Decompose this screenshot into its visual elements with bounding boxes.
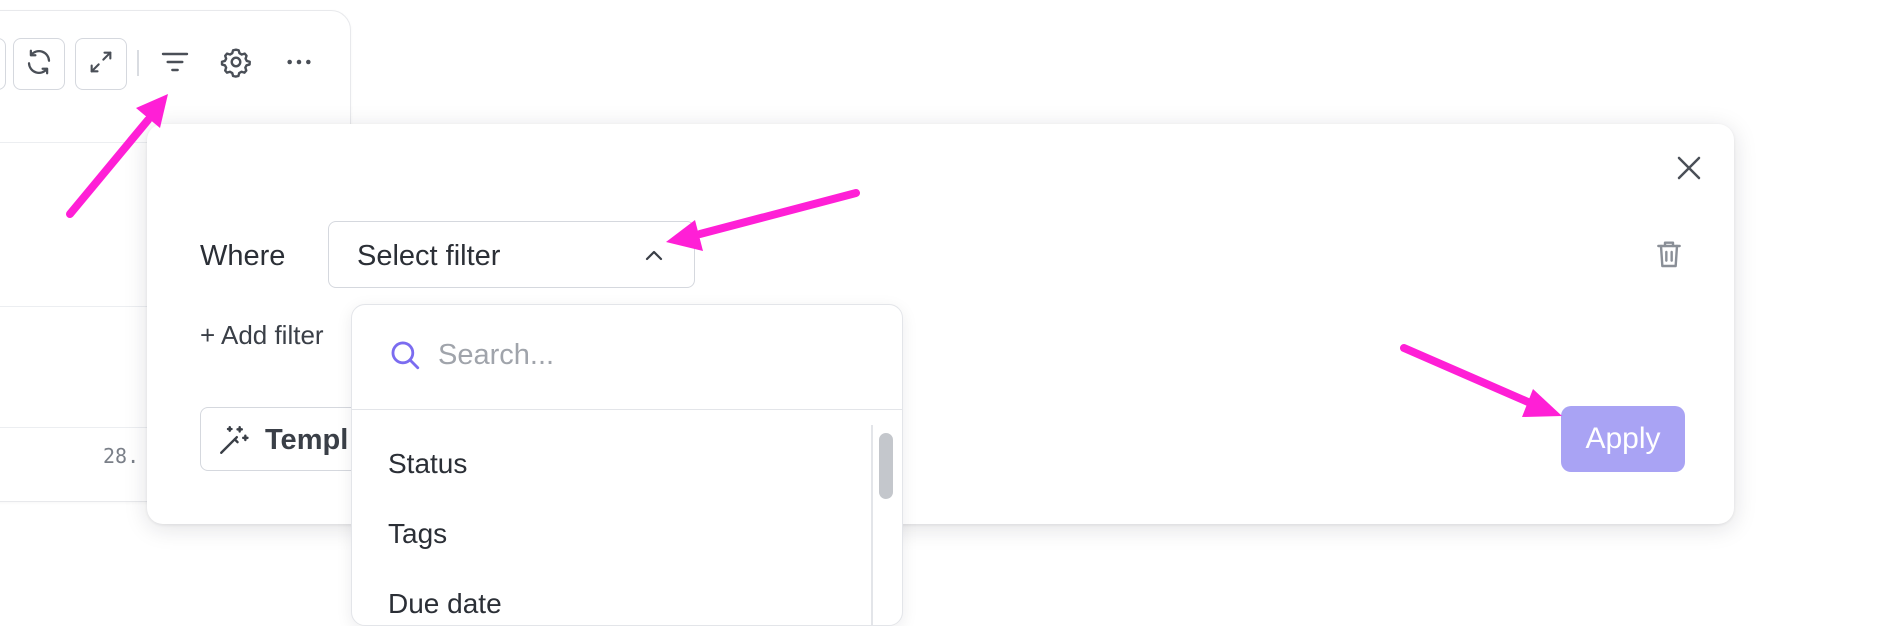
- add-filter-button[interactable]: + Add filter: [200, 320, 324, 351]
- background-divider: [0, 142, 150, 143]
- search-icon: [388, 338, 422, 377]
- table-cell-value: 28.: [103, 444, 140, 468]
- refresh-icon: [24, 47, 54, 82]
- filter-icon: [159, 46, 191, 83]
- gear-icon: [220, 46, 252, 83]
- close-icon: [1674, 153, 1704, 188]
- more-icon: [283, 46, 315, 83]
- dropdown-item-due-date[interactable]: Due date: [388, 588, 502, 620]
- filter-button[interactable]: [155, 44, 195, 84]
- dropdown-item-tags[interactable]: Tags: [388, 518, 447, 550]
- expand-button[interactable]: [75, 38, 127, 90]
- dropdown-item-status[interactable]: Status: [388, 448, 467, 480]
- filter-select-value: Select filter: [357, 240, 501, 272]
- toolbar-partial-button[interactable]: [0, 38, 6, 90]
- templates-button[interactable]: Templ: [200, 407, 360, 471]
- dropdown-scrollbar-track: [871, 425, 873, 625]
- close-button[interactable]: [1669, 150, 1709, 190]
- refresh-button[interactable]: [13, 38, 65, 90]
- chevron-up-icon: [642, 244, 666, 273]
- background-divider: [0, 427, 150, 428]
- more-button[interactable]: [279, 44, 319, 84]
- toolbar-separator: [137, 50, 139, 76]
- templates-label: Templ: [265, 424, 349, 456]
- delete-filter-button[interactable]: [1652, 238, 1686, 274]
- apply-button[interactable]: Apply: [1561, 406, 1685, 472]
- magic-wand-icon: [217, 423, 251, 462]
- filter-dropdown: Status Tags Due date: [351, 304, 903, 626]
- where-label: Where: [200, 240, 286, 272]
- dropdown-search-input[interactable]: [438, 335, 858, 375]
- dropdown-search: [352, 305, 902, 410]
- expand-icon: [87, 48, 115, 81]
- filter-select[interactable]: Select filter: [328, 221, 695, 288]
- trash-icon: [1653, 237, 1685, 276]
- settings-button[interactable]: [216, 44, 256, 84]
- dropdown-scrollbar-thumb[interactable]: [879, 433, 893, 499]
- background-divider: [0, 306, 150, 307]
